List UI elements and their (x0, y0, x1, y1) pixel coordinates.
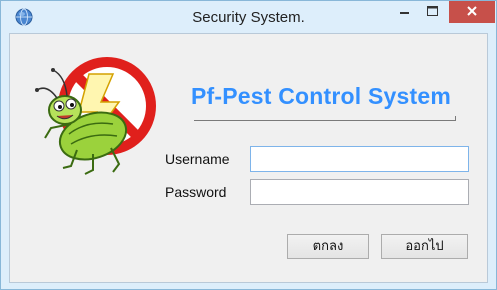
minimize-button[interactable] (391, 1, 417, 23)
password-input[interactable] (250, 179, 469, 205)
minimize-icon (400, 12, 409, 14)
ok-button[interactable]: ตกลง (287, 234, 369, 259)
app-heading: Pf-Pest Control System (191, 83, 452, 109)
title-bar[interactable]: Security System. (1, 1, 496, 31)
maximize-icon (427, 6, 438, 16)
maximize-button[interactable] (419, 1, 445, 23)
pest-prohibited-logo (35, 57, 156, 175)
heading-underline-tick (455, 116, 456, 121)
close-icon (467, 6, 477, 16)
login-window: Security System. Pf-Pest Control System … (0, 0, 497, 290)
password-label: Password (165, 184, 227, 200)
exit-button[interactable]: ออกไป (381, 234, 468, 259)
username-input[interactable] (250, 146, 469, 172)
username-label: Username (165, 151, 230, 167)
close-button[interactable] (449, 1, 495, 23)
heading-underline (194, 120, 456, 121)
